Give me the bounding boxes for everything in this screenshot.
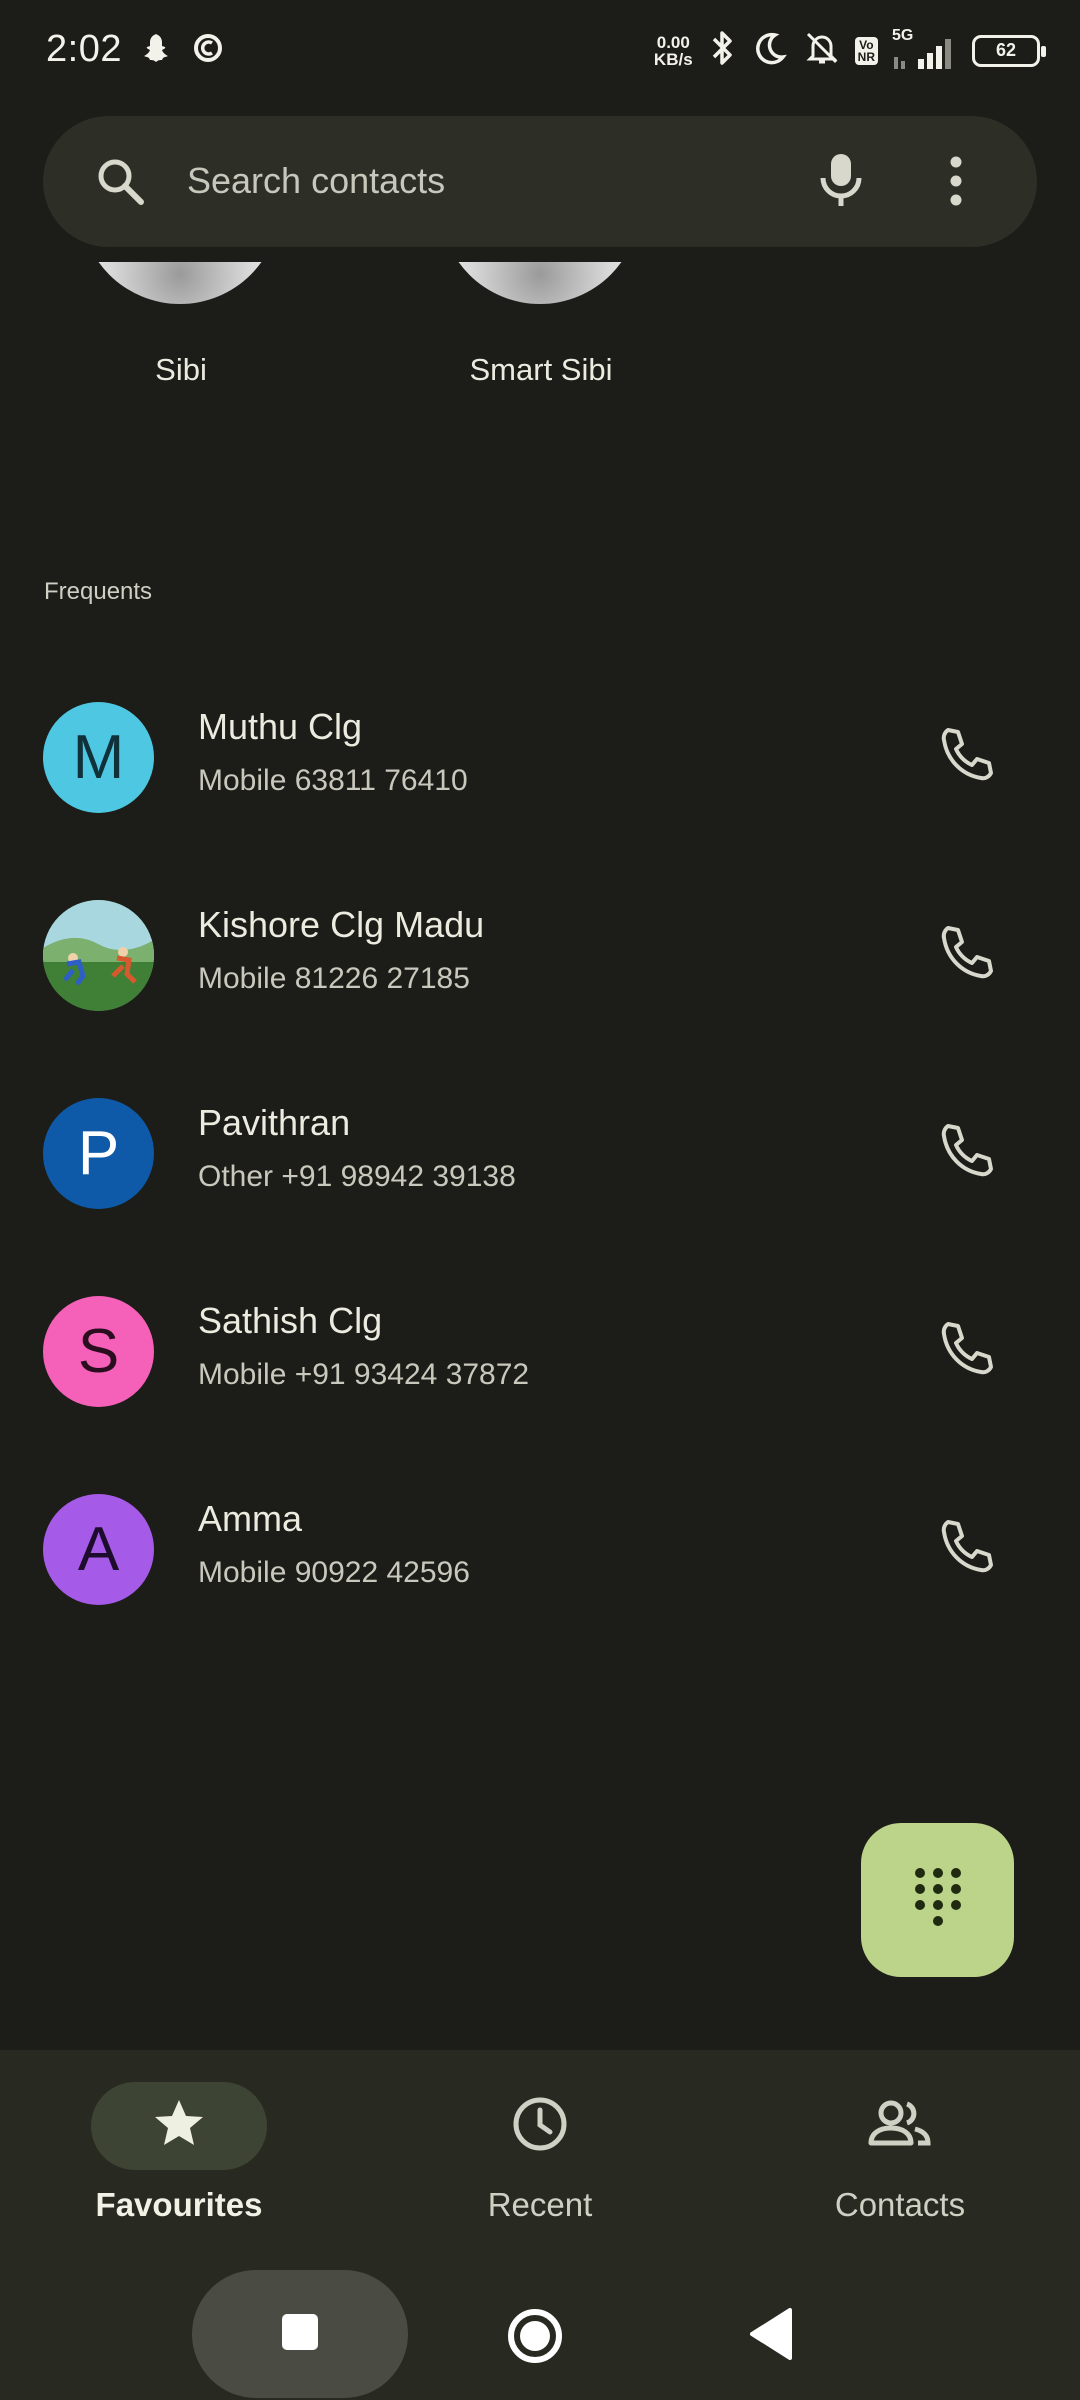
star-icon [151, 2096, 207, 2157]
frequent-contact-row[interactable]: P Pavithran Other +91 98942 39138 [0, 1098, 1080, 1296]
avatar-initial: P [77, 1119, 120, 1188]
contact-name: Pavithran [198, 1102, 351, 1143]
status-time: 2:02 [46, 28, 122, 70]
contact-number: Mobile 63811 76410 [198, 764, 468, 797]
section-title-frequents: Frequents [44, 578, 153, 605]
dialpad-icon [912, 1865, 964, 1936]
nav-label: Contacts [834, 2186, 966, 2223]
more-vert-icon[interactable] [941, 152, 971, 215]
nav-label: Favourites [95, 2186, 263, 2223]
frequent-contact-row[interactable]: A Amma Mobile 90922 42596 [0, 1494, 1080, 1692]
recents-square-icon [280, 2312, 320, 2357]
status-notification-icons [136, 30, 226, 71]
contact-number: Mobile +91 93424 37872 [198, 1358, 530, 1391]
phone-call-icon[interactable] [934, 1318, 998, 1387]
phone-call-icon[interactable] [934, 922, 998, 991]
nav-tab-favourites[interactable]: Favourites [29, 2082, 329, 2224]
search-input[interactable]: Search contacts [187, 160, 445, 202]
signal-icon: 5G [892, 27, 958, 71]
do-not-disturb-icon [751, 29, 789, 72]
contact-number: Other +91 98942 39138 [198, 1160, 516, 1193]
contact-name: Amma [198, 1498, 303, 1539]
favourite-name[interactable]: Smart Sibi [411, 352, 671, 388]
contact-number: Mobile 81226 27185 [198, 962, 470, 995]
back-triangle-icon[interactable] [748, 2306, 794, 2367]
volte-badge-bottom: NR [857, 49, 875, 64]
muted-bell-icon [803, 29, 841, 72]
system-navigation-bar [0, 2270, 1080, 2400]
avatar-initial: M [72, 723, 125, 792]
clock-icon [510, 2094, 570, 2159]
frequent-contact-row[interactable]: M Muthu Clg Mobile 63811 76410 [0, 702, 1080, 900]
nav-pill [812, 2082, 988, 2170]
net-speed-unit: KB/s [653, 49, 693, 69]
bluetooth-icon [707, 28, 737, 73]
nav-label: Recent [487, 2186, 593, 2223]
favourite-avatar-sibi[interactable] [80, 262, 280, 304]
avatar: M [43, 702, 154, 813]
cred-icon [190, 30, 226, 71]
dialpad-fab-button[interactable] [861, 1823, 1014, 1977]
battery-indicator: 62 [972, 34, 1046, 67]
recents-button[interactable] [192, 2270, 408, 2398]
volte-badge: Vo NR [854, 36, 878, 65]
net-speed-value: 0.00 [656, 32, 690, 52]
nav-tab-contacts[interactable]: Contacts [750, 2082, 1050, 2224]
contact-name: Muthu Clg [198, 706, 363, 747]
search-bar[interactable]: Search contacts [43, 116, 1037, 247]
phone-call-icon[interactable] [934, 1516, 998, 1585]
avatar: S [43, 1296, 154, 1407]
contact-name: Kishore Clg Madu [198, 904, 485, 945]
nav-pill [452, 2082, 628, 2170]
nav-pill-active [91, 2082, 267, 2170]
search-icon [93, 154, 147, 213]
favourite-name[interactable]: Sibi [51, 352, 311, 388]
snapchat-icon [136, 30, 172, 71]
avatar: P [43, 1098, 154, 1209]
home-circle-icon[interactable] [505, 2306, 565, 2371]
phone-call-icon[interactable] [934, 724, 998, 793]
mic-icon[interactable] [813, 150, 869, 215]
frequent-contact-row[interactable]: S Sathish Clg Mobile +91 93424 37872 [0, 1296, 1080, 1494]
nav-tab-recent[interactable]: Recent [390, 2082, 690, 2224]
net-speed: 0.00 KB/s [654, 34, 693, 68]
frequent-contact-row[interactable]: Kishore Clg Madu Mobile 81226 27185 [0, 900, 1080, 1098]
avatar: A [43, 1494, 154, 1605]
people-icon [867, 2097, 933, 2156]
avatar-initial: A [77, 1515, 120, 1584]
volte-badge-top: Vo [859, 37, 874, 52]
battery-level: 62 [995, 40, 1017, 60]
contact-name: Sathish Clg [198, 1300, 383, 1341]
status-system-icons: 0.00 KB/s Vo NR 5G 62 [654, 27, 1046, 73]
favourite-avatar-smart-sibi[interactable] [440, 262, 640, 304]
avatar-initial: S [77, 1317, 120, 1386]
status-bar: 2:02 0.00 KB/s Vo NR 5G 62 [0, 0, 1080, 100]
avatar-photo [43, 900, 154, 1011]
phone-call-icon[interactable] [934, 1120, 998, 1189]
contact-number: Mobile 90922 42596 [198, 1556, 470, 1589]
